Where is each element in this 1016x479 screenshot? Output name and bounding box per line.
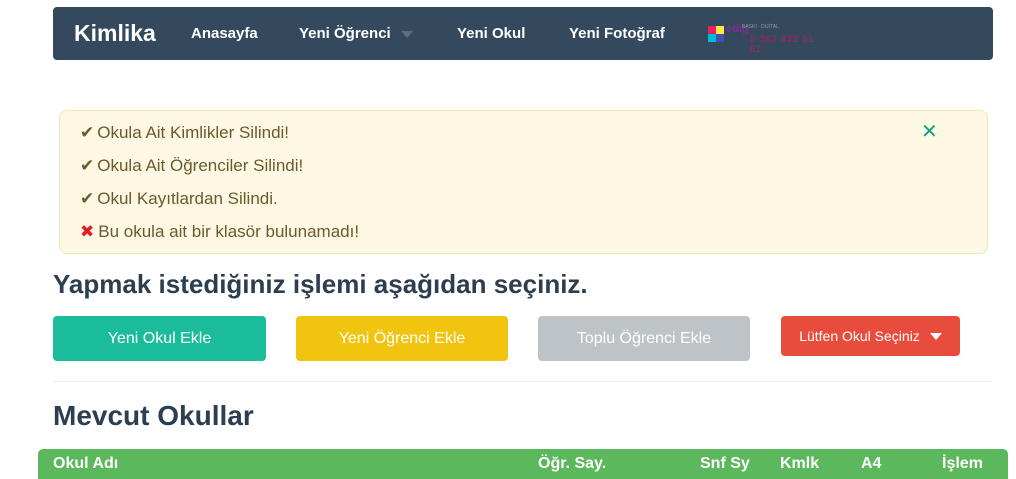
brand-logo[interactable]: Kimlika	[74, 20, 156, 47]
column-header-a4[interactable]: A4	[861, 455, 881, 473]
chevron-down-icon	[400, 30, 413, 38]
column-header-okul-adi[interactable]: Okul Adı	[53, 455, 118, 473]
close-icon[interactable]: ✕	[921, 119, 938, 144]
alert-message: ✔ Okul Kayıtlardan Silindi.	[80, 189, 278, 209]
section-title: Mevcut Okullar	[53, 400, 254, 431]
nav-item-anasayfa[interactable]: Anasayfa	[191, 7, 258, 60]
sponsor-logo[interactable]: edig BASKI · DİJİTAL 0 362 432 51 51	[708, 23, 826, 54]
column-header-islem[interactable]: İşlem	[942, 455, 983, 473]
divider	[53, 381, 993, 382]
check-icon: ✔	[80, 189, 95, 208]
select-school-label: Lütfen Okul Seçiniz	[799, 328, 920, 344]
logo-phone: 0 362 432 51 51	[750, 34, 815, 54]
select-school-dropdown[interactable]: Lütfen Okul Seçiniz	[781, 316, 960, 356]
column-header-kmlk[interactable]: Kmlk	[780, 455, 819, 473]
nav-item-yeni-okul[interactable]: Yeni Okul	[457, 7, 525, 60]
page-heading: Yapmak istediğiniz işlemi aşağıdan seçin…	[53, 269, 588, 299]
check-icon: ✔	[80, 123, 95, 142]
alert-message: ✖ Bu okula ait bir klasör bulunamadı!	[80, 222, 359, 242]
alert-message: ✔ Okula Ait Kimlikler Silindi!	[80, 123, 289, 143]
error-x-icon: ✖	[80, 222, 95, 241]
alert-message: ✔ Okula Ait Öğrenciler Silindi!	[80, 156, 303, 176]
schools-table-header: Okul Adı Öğr. Say. Snf Sy Kmlk A4 İşlem	[38, 449, 1008, 479]
bulk-add-student-button[interactable]: Toplu Öğrenci Ekle	[538, 316, 750, 361]
nav-item-yeni-fotograf[interactable]: Yeni Fotoğraf	[569, 7, 665, 60]
column-header-snf-sy[interactable]: Snf Sy	[700, 455, 750, 473]
logo-mark-icon	[708, 26, 724, 42]
check-icon: ✔	[80, 156, 95, 175]
logo-subtitle: BASKI · DİJİTAL	[742, 24, 779, 30]
nav-item-label: Yeni Öğrenci	[299, 25, 391, 42]
alert-message-text: Okula Ait Kimlikler Silindi!	[97, 123, 290, 142]
alert-message-text: Okula Ait Öğrenciler Silindi!	[97, 156, 304, 175]
result-alert: ✔ Okula Ait Kimlikler Silindi! ✔ Okula Ait…	[59, 110, 988, 254]
navbar: Kimlika Anasayfa Yeni Öğrenci Yeni Okul …	[53, 7, 993, 60]
column-header-ogr-say[interactable]: Öğr. Say.	[538, 455, 606, 473]
add-student-button[interactable]: Yeni Öğrenci Ekle	[296, 316, 508, 361]
alert-message-text: Bu okula ait bir klasör bulunamadı!	[98, 222, 360, 241]
add-school-button[interactable]: Yeni Okul Ekle	[53, 316, 266, 361]
nav-item-yeni-ogrenci[interactable]: Yeni Öğrenci	[299, 7, 413, 60]
alert-message-text: Okul Kayıtlardan Silindi.	[97, 189, 278, 208]
chevron-down-icon	[929, 332, 942, 340]
